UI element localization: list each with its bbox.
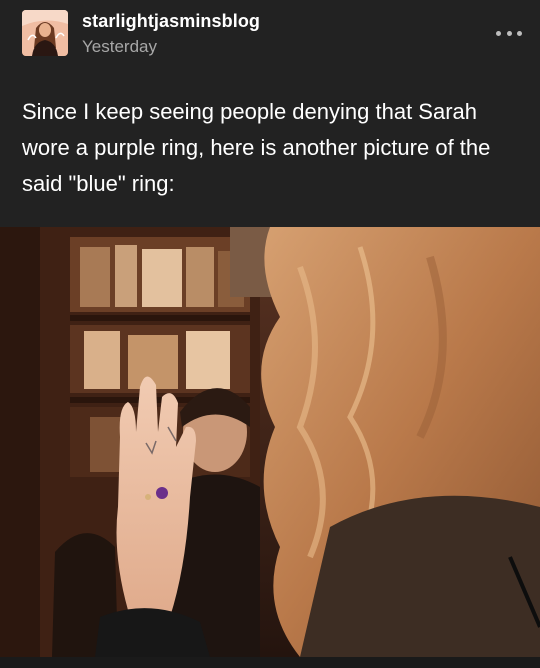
blog-username[interactable]: starlightjasminsblog (82, 11, 260, 32)
post-photo[interactable] (0, 227, 540, 657)
post-header: starlightjasminsblog Yesterday (0, 0, 540, 72)
avatar-image (22, 10, 68, 56)
dot-icon (496, 30, 501, 36)
post-footer-divider (0, 657, 540, 668)
tumblr-post: starlightjasminsblog Yesterday Since I k… (0, 0, 540, 668)
dot-icon (506, 30, 512, 36)
photo-illustration (0, 227, 540, 657)
post-timestamp: Yesterday (82, 37, 157, 56)
dot-icon (517, 30, 522, 36)
blog-avatar[interactable] (22, 10, 68, 56)
ellipsis-icon[interactable] (496, 24, 522, 42)
post-caption: Since I keep seeing people denying that … (22, 99, 491, 196)
